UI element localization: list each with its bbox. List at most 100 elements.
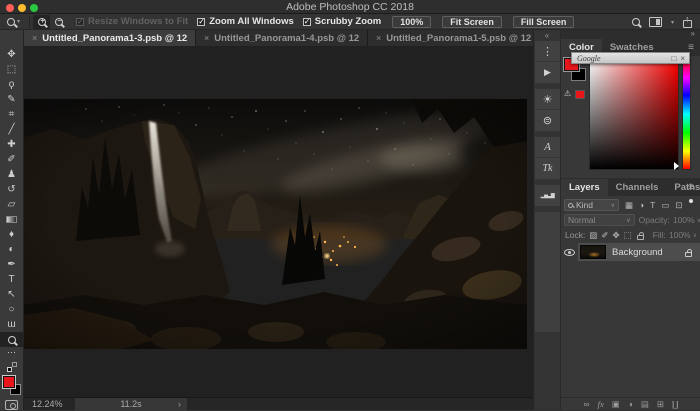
workspace-chevron-icon[interactable]: ▾: [671, 19, 674, 26]
tool-preset-dropdown[interactable]: ▾: [0, 18, 26, 26]
gradient-tool[interactable]: [0, 212, 23, 227]
layers-panel-footer: ∞ fx ▣ ◑ ▤ ⊞ ∐: [561, 397, 700, 410]
gamut-warning-icon[interactable]: ⚠: [564, 89, 571, 98]
layer-filter-kind-dropdown[interactable]: Kind ∨: [564, 199, 619, 211]
dodge-tool[interactable]: ◐: [0, 242, 23, 257]
gamut-color-swatch[interactable]: [575, 90, 585, 99]
new-layer-icon[interactable]: ⊞: [657, 399, 664, 410]
delete-layer-icon[interactable]: ∐: [672, 399, 678, 410]
fill-label: Fill:: [653, 230, 666, 240]
glyphs-panel-icon[interactable]: Tk: [535, 158, 560, 179]
google-window-title: Google: [572, 54, 671, 63]
zoom-in-button[interactable]: +: [33, 15, 50, 29]
move-tool[interactable]: ✥: [0, 47, 23, 62]
document-tab-3[interactable]: × Untitled_Panorama1-5.psb @ 12.2% (ra..…: [368, 30, 540, 46]
blend-mode-dropdown[interactable]: Normal ∨: [564, 214, 635, 226]
expand-dock-button[interactable]: »: [691, 29, 695, 38]
document-image[interactable]: [24, 99, 527, 349]
status-info[interactable]: 11.2s ›: [75, 398, 187, 411]
close-icon[interactable]: ×: [680, 54, 685, 63]
document-tab-2[interactable]: × Untitled_Panorama1-4.psb @ 12.2% (La..…: [196, 30, 368, 46]
lasso-tool[interactable]: ϙ: [0, 77, 23, 92]
zoom-100-button[interactable]: 100%: [392, 16, 431, 28]
canvas-area[interactable]: [24, 46, 533, 397]
new-adjustment-layer-icon[interactable]: ◑: [628, 399, 633, 409]
history-brush-tool[interactable]: ↺: [0, 182, 23, 197]
filter-toggle[interactable]: [689, 199, 693, 203]
filter-shape-layers-icon[interactable]: ▭: [661, 200, 669, 211]
opacity-value[interactable]: 100%: [673, 215, 695, 225]
filter-smart-objects-icon[interactable]: ⊡: [675, 200, 682, 211]
character-styles-panel-icon[interactable]: A: [535, 137, 560, 158]
close-icon[interactable]: ×: [204, 33, 209, 43]
brush-settings-panel-icon[interactable]: ⋮: [535, 41, 560, 62]
brush-tool[interactable]: ✐: [0, 152, 23, 167]
layer-row-background[interactable]: Background: [561, 243, 700, 261]
layer-thumbnail[interactable]: [580, 245, 606, 259]
pen-tool[interactable]: ✒: [0, 257, 23, 272]
tab-channels[interactable]: Channels: [608, 179, 667, 196]
fill-screen-button[interactable]: Fill Screen: [513, 16, 575, 28]
foreground-color-swatch[interactable]: [3, 376, 15, 388]
lock-transparency-icon[interactable]: ▨: [589, 230, 597, 241]
zoom-all-windows-checkbox[interactable]: [197, 18, 205, 26]
marquee-tool[interactable]: ⬚: [0, 62, 23, 77]
layer-style-fx-icon[interactable]: fx: [598, 399, 604, 409]
filter-adjustment-layers-icon[interactable]: ◑: [639, 200, 644, 210]
zoom-out-button[interactable]: −: [50, 15, 67, 29]
link-layers-icon[interactable]: ∞: [584, 399, 590, 409]
fill-value[interactable]: 100%: [669, 230, 691, 240]
eraser-tool[interactable]: ▱: [0, 197, 23, 212]
workspace-icon[interactable]: [649, 17, 662, 27]
close-icon[interactable]: ×: [32, 33, 37, 43]
healing-brush-tool[interactable]: ✚: [0, 137, 23, 152]
tab-paths[interactable]: Paths: [666, 179, 700, 196]
zoom-level-field[interactable]: 12.24%: [32, 399, 63, 409]
add-mask-icon[interactable]: ▣: [612, 399, 620, 410]
actions-panel-icon[interactable]: ▶: [535, 62, 560, 83]
histogram-panel-icon[interactable]: ▂▅▃▇: [535, 185, 560, 206]
saturation-brightness-picker[interactable]: [589, 58, 679, 170]
filter-type-layers-icon[interactable]: T: [650, 200, 655, 210]
clone-stamp-tool[interactable]: ♟: [0, 167, 23, 182]
lock-pixels-icon[interactable]: ✐: [601, 230, 608, 241]
fit-screen-button[interactable]: Fit Screen: [442, 16, 502, 28]
hue-slider-handle[interactable]: [674, 162, 679, 170]
crop-tool[interactable]: ⌗: [0, 107, 23, 122]
eyedropper-tool[interactable]: ╱: [0, 122, 23, 137]
status-bar: 12.24% 11.2s ›: [24, 397, 533, 410]
chevron-down-icon: ▾: [17, 18, 20, 25]
zoom-tool-selected[interactable]: [0, 332, 23, 347]
new-group-icon[interactable]: ▤: [641, 399, 649, 410]
layer-visibility-eye-icon[interactable]: [564, 249, 575, 256]
hue-slider[interactable]: [682, 58, 691, 170]
collapse-dock-button[interactable]: «: [534, 30, 560, 41]
color-swatches[interactable]: [3, 376, 21, 395]
tab-layers[interactable]: Layers: [561, 179, 608, 196]
path-selection-tool[interactable]: ↖: [0, 287, 23, 302]
hand-tool[interactable]: ɯ: [0, 317, 23, 332]
scrubby-zoom-checkbox[interactable]: [303, 18, 311, 26]
panel-menu-icon[interactable]: ≡: [688, 182, 694, 193]
libraries-panel-icon[interactable]: ⊜: [535, 110, 560, 131]
lock-all-icon[interactable]: [637, 235, 644, 240]
filter-pixel-layers-icon[interactable]: ▦: [625, 200, 633, 211]
share-icon[interactable]: [683, 20, 692, 28]
google-floating-window[interactable]: Google □ ×: [571, 52, 690, 64]
blur-tool[interactable]: ♦: [0, 227, 23, 242]
status-chevron-icon[interactable]: ›: [178, 398, 181, 411]
lock-position-icon[interactable]: ✥: [612, 230, 619, 241]
close-icon[interactable]: ×: [376, 33, 381, 43]
search-icon[interactable]: [632, 18, 640, 26]
maximize-icon[interactable]: □: [671, 54, 676, 63]
ellipse-tool[interactable]: ○: [0, 302, 23, 317]
lock-artboard-icon[interactable]: ⬚: [624, 230, 632, 241]
document-tab-1[interactable]: × Untitled_Panorama1-3.psb @ 12.2% (RGB/…: [24, 30, 196, 46]
type-tool[interactable]: T: [0, 272, 23, 287]
default-colors-icon[interactable]: [7, 362, 17, 372]
quick-mask-button[interactable]: [5, 400, 18, 410]
adjustments-panel-icon[interactable]: ☀: [535, 89, 560, 110]
quick-selection-tool[interactable]: ✎: [0, 92, 23, 107]
edit-toolbar-button[interactable]: ⋯: [7, 347, 16, 359]
resize-windows-checkbox[interactable]: [76, 18, 84, 26]
